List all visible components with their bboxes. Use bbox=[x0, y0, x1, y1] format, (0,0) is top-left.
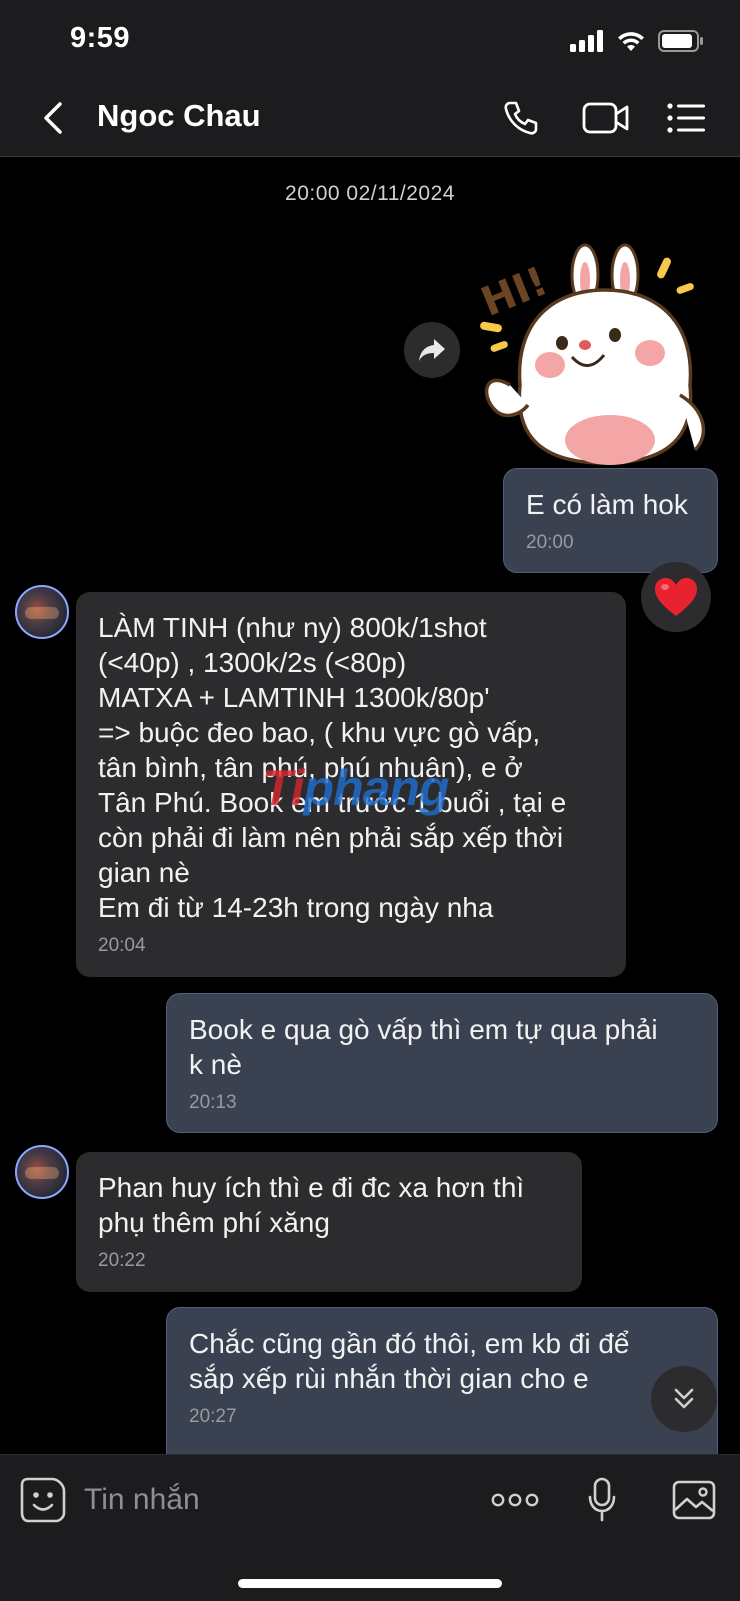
message-time: 20:04 bbox=[98, 935, 146, 956]
heart-icon bbox=[655, 578, 697, 616]
menu-list-icon bbox=[667, 103, 705, 133]
emoji-button[interactable] bbox=[20, 1477, 66, 1523]
signal-icon bbox=[570, 30, 603, 52]
message-time: 20:27 bbox=[189, 1406, 237, 1427]
reaction-badge[interactable] bbox=[641, 562, 711, 632]
contact-avatar[interactable] bbox=[15, 585, 69, 639]
message-time: 20:13 bbox=[189, 1092, 237, 1113]
message-bubble-outgoing[interactable]: E có làm hok 20:00 bbox=[503, 468, 718, 573]
forward-button[interactable] bbox=[404, 322, 460, 378]
message-text: Phan huy ích thì e đi đc xa hơn thì phụ … bbox=[98, 1172, 525, 1238]
chat-header: Ngoc Chau bbox=[0, 80, 740, 157]
double-chevron-down-icon bbox=[674, 1388, 694, 1409]
message-time: 20:00 bbox=[526, 532, 574, 553]
status-time: 9:59 bbox=[70, 22, 131, 54]
back-button[interactable] bbox=[36, 98, 72, 138]
contact-name[interactable]: Ngoc Chau bbox=[97, 98, 261, 134]
scroll-to-bottom-button[interactable] bbox=[651, 1366, 717, 1432]
gallery-button[interactable] bbox=[671, 1473, 717, 1527]
message-text: Chắc cũng gần đó thôi, em kb đi để sắp x… bbox=[189, 1328, 630, 1394]
voice-message-button[interactable] bbox=[582, 1473, 622, 1527]
message-bubble-incoming[interactable]: Phan huy ích thì e đi đc xa hơn thì phụ … bbox=[76, 1152, 582, 1292]
menu-button[interactable] bbox=[662, 94, 710, 142]
message-input[interactable] bbox=[84, 1475, 464, 1525]
message-text: Book e qua gò vấp thì em tự qua phải k n… bbox=[189, 1014, 658, 1080]
microphone-icon bbox=[588, 1477, 616, 1522]
contact-avatar[interactable] bbox=[15, 1145, 69, 1199]
message-text: LÀM TINH (như ny) 800k/1shot (<40p) , 13… bbox=[98, 612, 567, 923]
chevron-left-icon bbox=[44, 102, 62, 134]
status-bar: 9:59 bbox=[0, 0, 740, 80]
message-time: 20:22 bbox=[98, 1250, 146, 1271]
image-gallery-icon bbox=[672, 1480, 716, 1520]
emoji-sticker-icon bbox=[20, 1477, 66, 1523]
status-icons bbox=[570, 26, 704, 56]
message-bubble-outgoing[interactable]: Chắc cũng gần đó thôi, em kb đi để sắp x… bbox=[166, 1307, 718, 1454]
home-indicator bbox=[238, 1579, 502, 1588]
chat-area[interactable]: 20:00 02/11/2024 HI! E có làm hok 20:00 bbox=[0, 157, 740, 1454]
video-call-button[interactable] bbox=[576, 94, 636, 142]
battery-icon bbox=[658, 30, 703, 52]
hi-bunny-sticker[interactable]: HI! bbox=[480, 235, 720, 465]
share-forward-icon bbox=[419, 339, 445, 361]
more-options-button[interactable] bbox=[490, 1473, 540, 1527]
message-bubble-outgoing[interactable]: Book e qua gò vấp thì em tự qua phải k n… bbox=[166, 993, 718, 1133]
wifi-icon bbox=[618, 32, 644, 51]
date-separator: 20:00 02/11/2024 bbox=[285, 182, 455, 205]
phone-icon bbox=[504, 101, 538, 135]
video-call-icon bbox=[582, 102, 629, 134]
message-input-bar bbox=[0, 1454, 740, 1601]
voice-call-button[interactable] bbox=[497, 94, 545, 142]
more-dots-icon bbox=[491, 1493, 539, 1507]
message-bubble-incoming[interactable]: LÀM TINH (như ny) 800k/1shot (<40p) , 13… bbox=[76, 592, 626, 977]
message-text: E có làm hok bbox=[526, 489, 688, 520]
